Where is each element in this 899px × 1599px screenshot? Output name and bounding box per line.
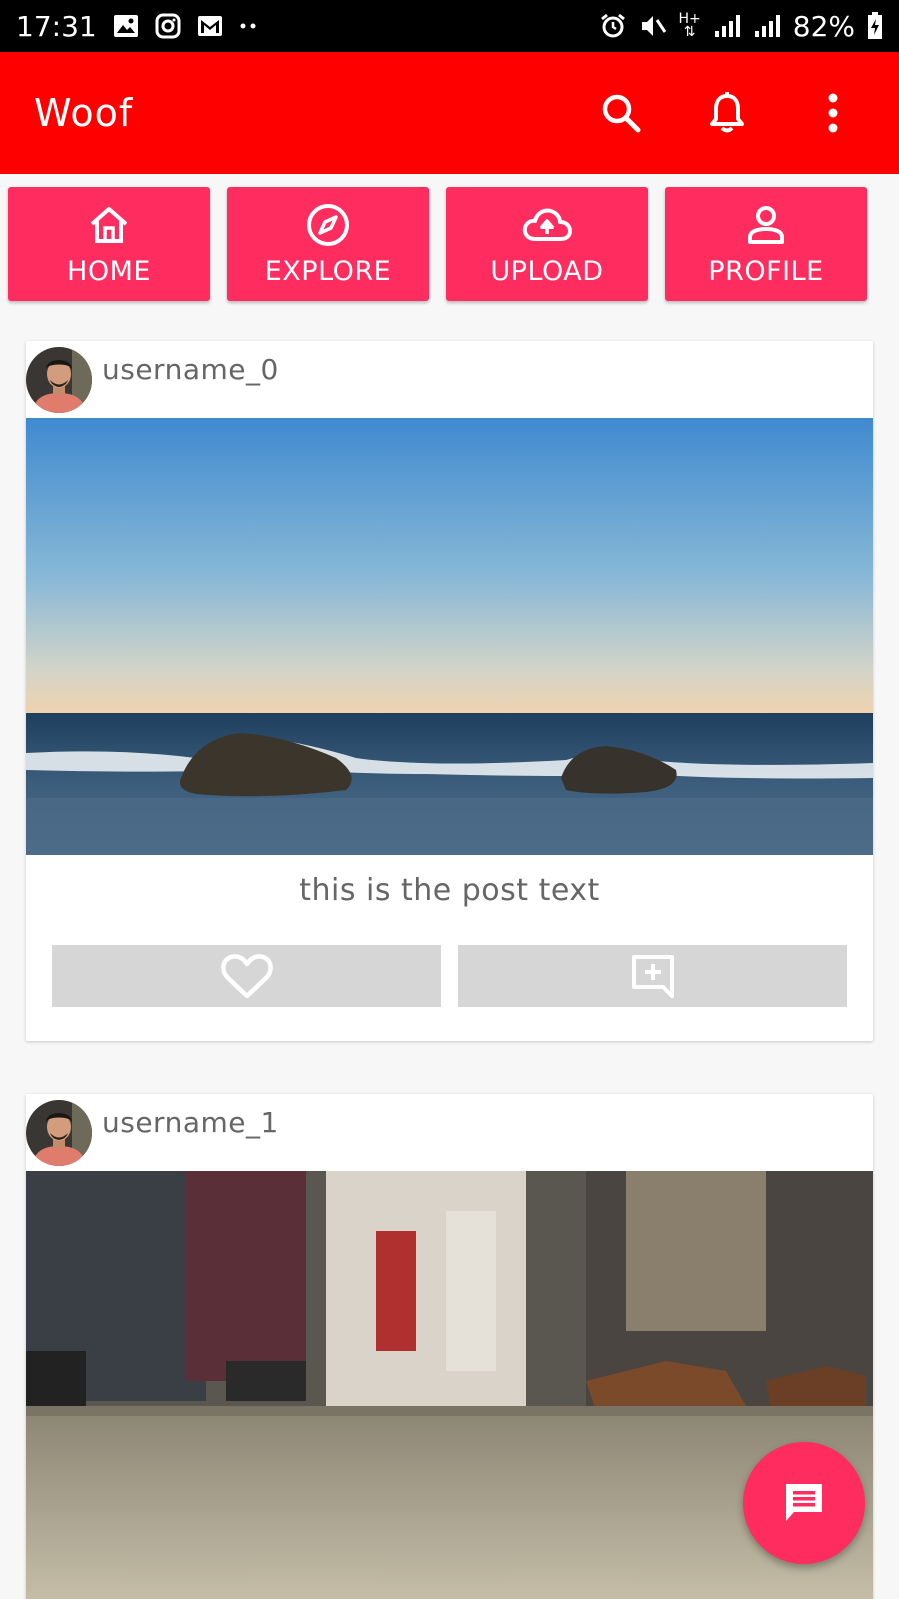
- username[interactable]: username_1: [102, 1106, 279, 1139]
- chat-fab[interactable]: [743, 1442, 865, 1564]
- more-vert-icon: [828, 93, 838, 133]
- nav-tile-explore[interactable]: EXPLORE: [227, 187, 429, 301]
- like-button[interactable]: [52, 945, 441, 1007]
- search-icon: [602, 94, 641, 133]
- app-bar: Woof: [0, 52, 899, 174]
- nav-tile-upload[interactable]: UPLOAD: [446, 187, 648, 301]
- battery-percent: 82%: [792, 9, 855, 43]
- app-title: Woof: [34, 91, 134, 135]
- nav-tile-label: PROFILE: [708, 255, 824, 287]
- alarm-icon: [599, 12, 627, 40]
- compass-icon: [305, 202, 351, 248]
- comment-button[interactable]: [458, 945, 847, 1007]
- post-text: this is the post text: [299, 873, 600, 908]
- instagram-icon: [155, 13, 181, 39]
- nav-tile-profile[interactable]: PROFILE: [665, 187, 867, 301]
- gallery-icon: [113, 14, 139, 38]
- signal-icon: [713, 13, 741, 39]
- post-actions: [26, 945, 873, 1041]
- overflow-menu-button[interactable]: [801, 81, 865, 145]
- cloud-upload-icon: [521, 202, 573, 248]
- nav-tile-label: EXPLORE: [264, 255, 392, 287]
- bell-icon: [710, 92, 744, 133]
- gmail-icon: [197, 15, 223, 37]
- post-image: [26, 1171, 873, 1599]
- nav-tile-label: UPLOAD: [490, 255, 604, 287]
- nav-tile-label: HOME: [67, 255, 151, 287]
- heart-icon: [220, 954, 273, 999]
- status-bar: 17:31 H+ ⇅ 82%: [0, 0, 899, 52]
- notifications-button[interactable]: [695, 81, 759, 145]
- nav-tiles: HOME EXPLORE UPLOAD PROFILE: [8, 187, 867, 301]
- post-header: username_1: [26, 1094, 873, 1171]
- post-header: username_0: [26, 341, 873, 418]
- message-icon: [786, 1484, 822, 1521]
- post-image: [26, 418, 873, 855]
- avatar[interactable]: [26, 1099, 92, 1166]
- more-notifications-icon: [239, 22, 259, 30]
- nav-tile-home[interactable]: HOME: [8, 187, 210, 301]
- person-icon: [746, 202, 786, 248]
- home-icon: [88, 202, 130, 248]
- add-comment-icon: [631, 955, 674, 998]
- status-time: 17:31: [16, 9, 97, 43]
- username[interactable]: username_0: [102, 353, 279, 386]
- post-card: username_0 this is the post text: [26, 341, 873, 1041]
- avatar[interactable]: [26, 346, 92, 413]
- battery-charging-icon: [867, 12, 883, 40]
- network-type-icon: H+ ⇅: [678, 11, 701, 40]
- mute-icon: [639, 12, 667, 40]
- roaming-signal-icon: [753, 13, 781, 39]
- search-button[interactable]: [589, 81, 653, 145]
